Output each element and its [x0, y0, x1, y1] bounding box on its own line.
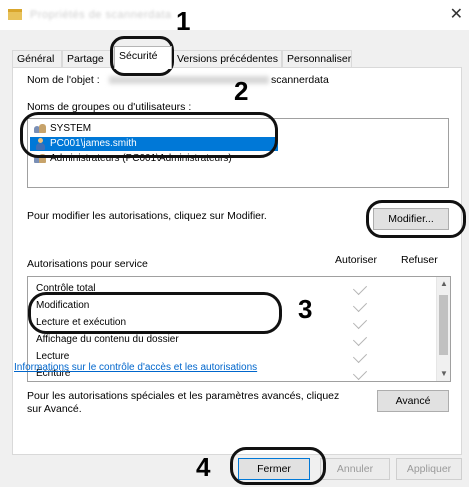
modify-hint: Pour modifier les autorisations, cliquez… [27, 210, 267, 222]
apply-button[interactable]: Appliquer [396, 458, 462, 480]
allow-check-icon [352, 314, 368, 330]
tab-sharing[interactable]: Partage [62, 50, 114, 68]
callout-number-3: 3 [298, 294, 313, 324]
tab-general[interactable]: Général [12, 50, 62, 68]
scroll-down-icon[interactable]: ▼ [440, 369, 448, 378]
allow-check-icon [352, 280, 368, 296]
permissions-header: Autorisations pour service [27, 258, 148, 270]
callout-number-2: 2 [234, 76, 249, 106]
allow-check-icon [352, 297, 368, 313]
callout-oval-modify-button [366, 200, 466, 238]
advanced-hint: Pour les autorisations spéciales et les … [27, 390, 340, 415]
access-control-info-link[interactable]: Informations sur le contrôle d'accès et … [14, 362, 257, 373]
callout-oval-user-entry [20, 112, 278, 158]
scroll-up-icon[interactable]: ▲ [440, 279, 448, 288]
cancel-button[interactable]: Annuler [320, 458, 390, 480]
callout-number-1: 1 [176, 6, 191, 36]
tab-previous-versions[interactable]: Versions précédentes [172, 50, 282, 68]
properties-dialog: Propriétés de scannerdata ✕ Général Part… [0, 0, 469, 487]
tab-customize[interactable]: Personnaliser [282, 50, 352, 68]
callout-oval-close-button [230, 447, 326, 485]
permissions-scrollbar[interactable]: ▲ ▼ [436, 277, 450, 381]
object-name-label: Nom de l'objet : [27, 74, 100, 86]
allow-check-icon [352, 365, 368, 381]
allow-check-icon [352, 348, 368, 364]
window-title: Propriétés de scannerdata [30, 9, 172, 21]
allow-column-header: Autoriser [335, 254, 378, 266]
tab-security[interactable]: Sécurité [114, 46, 172, 69]
title-bar: Propriétés de scannerdata ✕ [0, 0, 469, 30]
folder-icon [8, 9, 22, 20]
deny-column-header: Refuser [401, 254, 438, 266]
permission-row: Affichage du contenu du dossier [36, 334, 179, 345]
object-name-value: scannerdata [271, 74, 329, 86]
callout-number-4: 4 [196, 452, 211, 482]
close-icon[interactable]: ✕ [450, 4, 463, 24]
scrollbar-thumb[interactable] [439, 295, 448, 355]
allow-check-icon [352, 331, 368, 347]
advanced-button[interactable]: Avancé [377, 390, 449, 412]
callout-oval-permissions [28, 292, 282, 334]
